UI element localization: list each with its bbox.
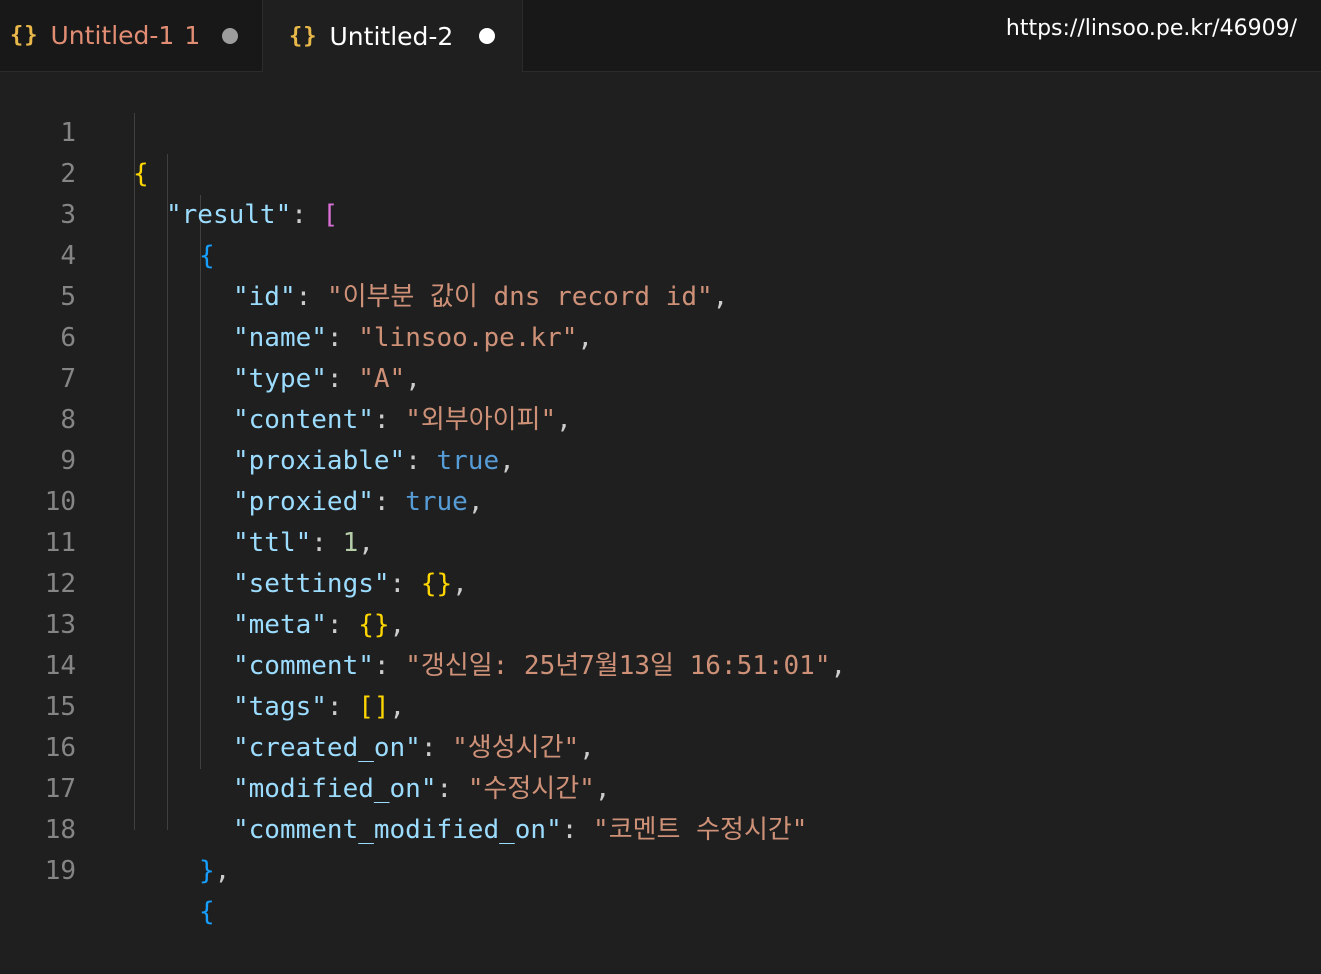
- comma: ,: [214, 856, 231, 886]
- comma: ,: [594, 774, 611, 804]
- colon: :: [373, 487, 406, 517]
- json-boolean-value: true: [405, 487, 468, 517]
- json-string-value: "linsoo.pe.kr": [358, 323, 578, 353]
- json-key: "settings": [233, 569, 390, 599]
- code-editor[interactable]: 1 { 2 "result": [ 3 { 4 "id": "이부분 값이 dn…: [0, 72, 1321, 927]
- json-key: "result": [166, 200, 292, 230]
- code-line: 9 "proxied": true,: [0, 400, 483, 517]
- comma: ,: [467, 487, 484, 517]
- json-string-value: "외부아이피": [405, 405, 557, 435]
- colon: :: [561, 815, 594, 845]
- colon: :: [373, 651, 406, 681]
- code-line: 16 "modified_on": "수정시간",: [0, 687, 611, 804]
- code-line: 10 "ttl": 1,: [0, 441, 374, 558]
- comma: ,: [389, 610, 406, 640]
- brace-close: }: [199, 856, 215, 886]
- indent-guide: [167, 154, 168, 830]
- code-line: 1 {: [0, 72, 148, 189]
- code-line: 15 "created_on": "생성시간",: [0, 646, 595, 763]
- code-line: 11 "settings": {},: [0, 482, 468, 599]
- code-line: 12 "meta": {},: [0, 523, 406, 640]
- colon: :: [311, 528, 343, 558]
- comma: ,: [577, 323, 594, 353]
- watermark-url: https://linsoo.pe.kr/46909/: [1005, 16, 1297, 41]
- colon: :: [326, 323, 359, 353]
- comma: ,: [499, 446, 515, 476]
- json-file-icon: {}: [10, 23, 39, 48]
- code-line: 13 "comment": "갱신일: 25년7월13일 16:51:01",: [0, 564, 846, 681]
- code-line: 6 "type": "A",: [0, 277, 421, 394]
- tab-untitled-2[interactable]: {} Untitled-2: [263, 0, 523, 72]
- indent-guide: [134, 113, 135, 830]
- json-array-value: []: [358, 692, 390, 722]
- line-number: 19: [44, 856, 76, 886]
- json-key: "proxiable": [233, 446, 406, 476]
- colon: :: [420, 733, 453, 763]
- comma: ,: [405, 364, 421, 394]
- comma: ,: [579, 733, 595, 763]
- tab-label: Untitled-1: [50, 21, 175, 50]
- colon: :: [326, 364, 359, 394]
- json-string-value: "이부분 값이 dns record id": [326, 282, 713, 312]
- comma: ,: [452, 569, 468, 599]
- json-key: "type": [233, 364, 327, 394]
- json-key: "name": [233, 323, 327, 353]
- colon: :: [436, 774, 468, 804]
- json-object-value: {}: [358, 610, 390, 640]
- json-key: "content": [233, 405, 374, 435]
- json-number-value: 1: [342, 528, 359, 558]
- comma: ,: [556, 405, 572, 435]
- code-line: 7 "content": "외부아이피",: [0, 318, 571, 435]
- json-string-value: "코멘트 수정시간": [593, 815, 808, 845]
- json-file-icon: {}: [289, 23, 318, 49]
- json-string-value: "수정시간": [467, 774, 595, 804]
- bracket-open: [: [322, 200, 339, 230]
- tab-bar: {} Untitled-1 1 {} Untitled-2 https://li…: [0, 0, 1321, 72]
- json-key: "proxied": [233, 487, 374, 517]
- problem-count-badge: 1: [184, 21, 201, 50]
- comma: ,: [389, 692, 406, 722]
- colon: :: [389, 569, 421, 599]
- brace-open: {: [133, 159, 149, 189]
- code-line: 17 "comment_modified_on": "코멘트 수정시간": [0, 728, 808, 845]
- comma: ,: [358, 528, 374, 558]
- code-line: 14 "tags": [],: [0, 605, 406, 722]
- unsaved-dot-icon[interactable]: [479, 28, 496, 44]
- json-key: "created_on": [233, 733, 421, 763]
- json-key: "comment": [233, 651, 374, 681]
- code-line: 4 "id": "이부분 값이 dns record id",: [0, 195, 728, 312]
- json-string-value: "생성시간": [452, 733, 580, 763]
- json-string-value: "A": [358, 364, 406, 394]
- code-line: 5 "name": "linsoo.pe.kr",: [0, 236, 593, 353]
- brace-open: {: [199, 241, 215, 271]
- tab-untitled-1[interactable]: {} Untitled-1 1: [0, 0, 263, 71]
- colon: :: [291, 200, 323, 230]
- json-key: "meta": [233, 610, 327, 640]
- colon: :: [405, 446, 437, 476]
- json-object-value: {}: [420, 569, 453, 599]
- code-line: 19 {: [0, 810, 215, 927]
- json-key: "id": [233, 282, 296, 312]
- colon: :: [326, 692, 359, 722]
- json-boolean-value: true: [436, 446, 500, 476]
- json-key: "tags": [233, 692, 327, 722]
- code-line: 2 "result": [: [0, 113, 338, 230]
- json-key: "ttl": [233, 528, 312, 558]
- tab-label: Untitled-2: [329, 21, 454, 51]
- brace-open: {: [199, 897, 215, 927]
- comma: ,: [712, 282, 729, 312]
- json-key: "modified_on": [233, 774, 437, 804]
- code-line: 3 {: [0, 154, 214, 271]
- colon: :: [326, 610, 359, 640]
- json-string-value: "갱신일: 25년7월13일 16:51:01": [405, 651, 831, 681]
- indent-guide: [200, 195, 201, 769]
- colon: :: [295, 282, 327, 312]
- unsaved-dot-icon[interactable]: [222, 27, 239, 44]
- comma: ,: [830, 651, 847, 681]
- code-line: 18 },: [0, 769, 231, 886]
- colon: :: [373, 405, 406, 435]
- json-key: "comment_modified_on": [233, 815, 562, 845]
- code-line: 8 "proxiable": true,: [0, 359, 514, 476]
